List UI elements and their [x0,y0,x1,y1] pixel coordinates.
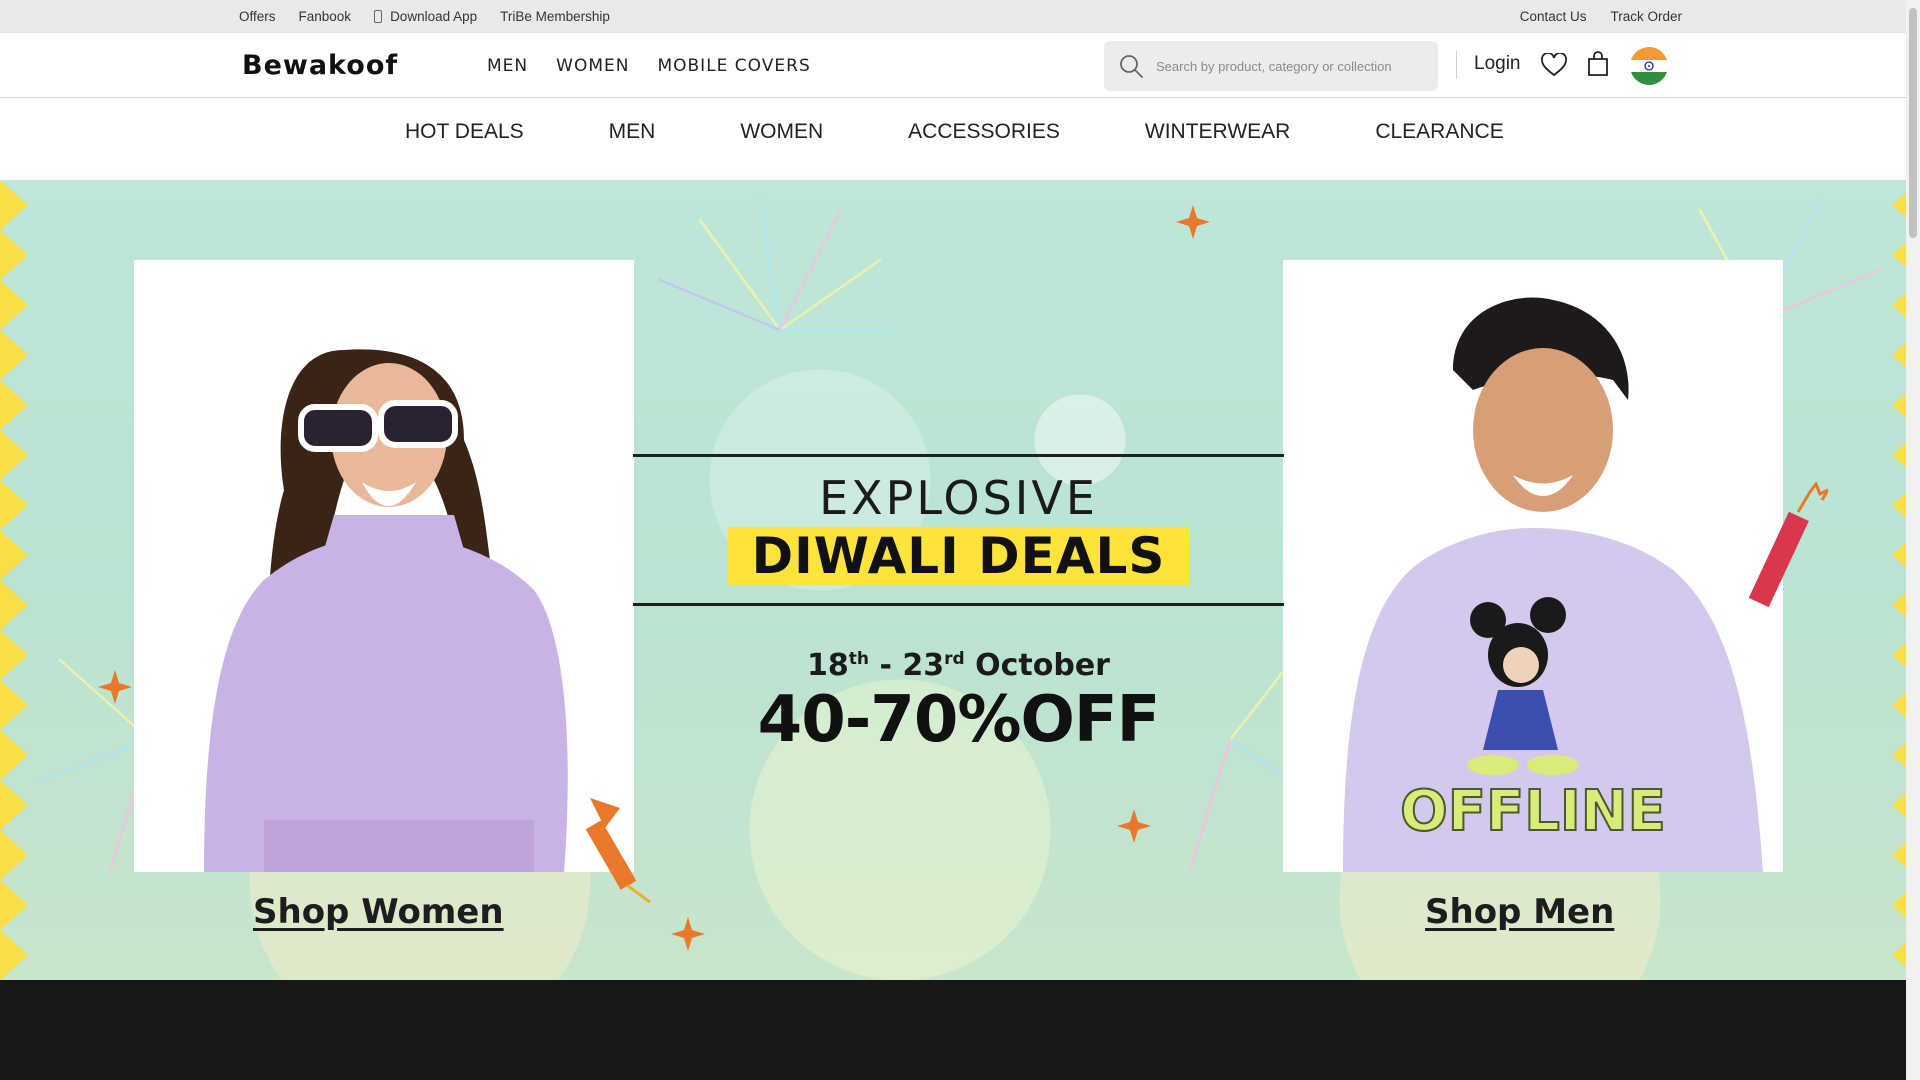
top-nav: MEN WOMEN MOBILE COVERS [487,33,811,98]
date-separator: - [869,648,903,683]
page-scrollbar[interactable] [1906,0,1920,1080]
utility-bar: Offers Fanbook Download App TriBe Member… [0,0,1920,33]
rocket-firecracker-icon [585,798,651,904]
search-icon [1120,55,1143,78]
promo-headline-explosive: EXPLOSIVE [819,471,1098,525]
date-month: October [964,648,1110,683]
header-divider [1456,51,1457,79]
promo-text-block: EXPLOSIVE DIWALI DEALS 18th - 23rd Octob… [633,454,1284,757]
shop-men-link[interactable]: Shop Men [1425,892,1614,932]
tshirt-print-text: OFFLINE [1400,779,1666,844]
nav-mobile-covers[interactable]: MOBILE COVERS [657,56,810,76]
offers-link[interactable]: Offers [239,9,276,24]
track-order-link[interactable]: Track Order [1610,9,1682,24]
nav-women[interactable]: WOMEN [556,56,629,76]
promo-highlight-wrap: DIWALI DEALS [633,527,1284,585]
shop-women-link[interactable]: Shop Women [253,892,504,932]
nav-men[interactable]: MEN [487,56,528,76]
utility-links-left: Offers Fanbook Download App TriBe Member… [239,0,610,33]
phone-icon [374,10,383,23]
women-model-card[interactable] [134,260,634,872]
category-nav: HOT DEALS MEN WOMEN ACCESSORIES WINTERWE… [0,98,1920,180]
utility-links-right: Contact Us Track Order [1520,0,1682,33]
category-men[interactable]: MEN [609,120,656,144]
diwali-hero-banner[interactable]: Shop Women OFFLINE Shop Men EXPLOSIVE DI… [0,180,1920,980]
man-model-image: OFFLINE [1283,260,1783,872]
date-start: 18 [807,648,849,683]
promo-discount: 40-70%OFF [757,683,1161,757]
fanbook-link[interactable]: Fanbook [299,9,352,24]
dark-footer-strip [0,980,1920,1080]
download-app-link[interactable]: Download App [374,9,477,24]
category-accessories[interactable]: ACCESSORIES [908,120,1060,144]
category-women[interactable]: WOMEN [740,120,823,144]
men-model-card[interactable]: OFFLINE [1283,260,1783,872]
date-end: 23 [902,648,945,683]
promo-headline-diwali-deals: DIWALI DEALS [727,527,1190,585]
category-hot-deals[interactable]: HOT DEALS [405,120,524,144]
main-header: Bewakoof MEN WOMEN MOBILE COVERS Login [0,33,1920,98]
wishlist-heart-icon[interactable] [1541,53,1567,77]
login-link[interactable]: Login [1474,53,1521,75]
promo-bottom-rule [633,603,1284,606]
page: Offers Fanbook Download App TriBe Member… [0,0,1920,1080]
download-app-label: Download App [390,9,478,24]
tribe-membership-link[interactable]: TriBe Membership [500,9,610,24]
date-end-suffix: rd [944,649,965,669]
dynamite-cracker-icon [1748,482,1828,608]
bewakoof-logo[interactable]: Bewakoof [242,50,398,81]
scrollbar-thumb[interactable] [1909,8,1917,238]
shopping-bag-icon[interactable] [1587,51,1609,77]
promo-dates: 18th - 23rd October [633,648,1284,683]
date-start-suffix: th [848,649,869,669]
category-nav-row: HOT DEALS MEN WOMEN ACCESSORIES WINTERWE… [405,98,1504,166]
search-input[interactable] [1156,58,1426,74]
contact-us-link[interactable]: Contact Us [1520,9,1587,24]
india-flag-icon[interactable] [1630,47,1668,85]
woman-model-image [134,260,634,872]
category-clearance[interactable]: CLEARANCE [1375,120,1503,144]
search-bar[interactable] [1104,41,1438,91]
promo-top-rule [633,454,1284,457]
category-winterwear[interactable]: WINTERWEAR [1145,120,1290,144]
